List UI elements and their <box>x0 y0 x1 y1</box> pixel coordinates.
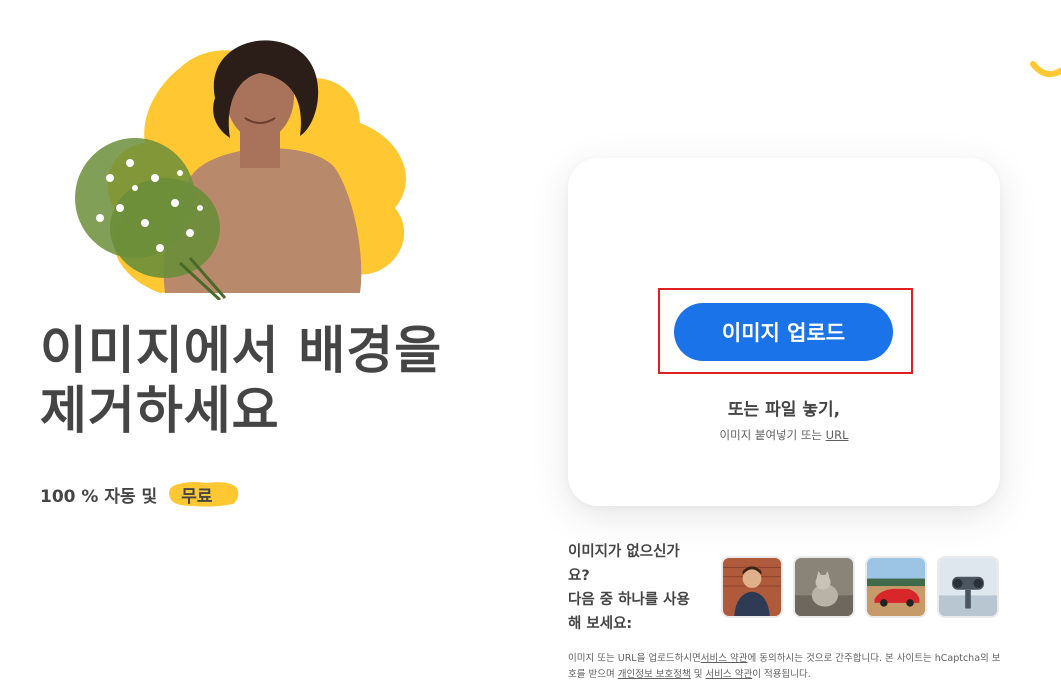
free-badge-label: 무료 <box>181 486 213 507</box>
legal-text: 및 <box>693 669 703 680</box>
binoculars-thumbnail-icon <box>939 558 997 616</box>
free-badge: 무료 <box>167 480 239 509</box>
page-title-line-2: 제거하세요 <box>40 382 280 441</box>
paste-hint: 이미지 붙여넣기 또는 URL <box>568 427 1000 443</box>
tagline: 100 % 자동 및 무료 <box>40 480 239 509</box>
legal-text: 이 적용됩니다. <box>752 669 811 680</box>
terms-link[interactable]: 서비스 약관 <box>701 653 748 664</box>
sample-prompt-line: 해 보세요: <box>568 616 633 632</box>
decorative-arc-icon <box>1030 61 1061 77</box>
upload-card[interactable]: 이미지 업로드 또는 파일 놓기, 이미지 붙여넣기 또는 URL <box>568 158 1000 506</box>
sample-prompt-line: 이미지가 없으신가 <box>568 544 680 560</box>
hero-illustration <box>60 28 440 302</box>
car-thumbnail-icon <box>867 558 925 616</box>
sample-prompt: 이미지가 없으신가 요? 다음 중 하나를 사용 해 보세요: <box>568 540 718 636</box>
terms-link-2[interactable]: 서비스 약관 <box>706 669 753 680</box>
cat-thumbnail-icon <box>795 558 853 616</box>
page-title: 이미지에서 배경을 제거하세요 <box>40 322 560 442</box>
upload-image-button[interactable]: 이미지 업로드 <box>674 303 893 361</box>
sample-prompt-line: 요? <box>568 568 590 584</box>
privacy-link[interactable]: 개인정보 보호정책 <box>618 669 691 680</box>
sample-image-person[interactable] <box>721 556 783 618</box>
drop-file-text: 또는 파일 놓기, <box>727 400 841 420</box>
person-thumbnail-icon <box>723 558 781 616</box>
sample-image-car[interactable] <box>865 556 927 618</box>
page-title-line-1: 이미지에서 배경을 <box>40 322 443 381</box>
sample-image-cat[interactable] <box>793 556 855 618</box>
legal-text: 이미지 또는 URL을 업로드하시면 <box>568 653 701 664</box>
tagline-text: 100 % 자동 및 <box>40 486 158 507</box>
sample-image-binoculars[interactable] <box>937 556 999 618</box>
sample-prompt-line: 다음 중 하나를 사용 <box>568 592 690 608</box>
legal-notice: 이미지 또는 URL을 업로드하시면서비스 약관에 동의하시는 것으로 간주합니… <box>568 651 1008 683</box>
url-link[interactable]: URL <box>826 428 849 442</box>
paste-hint-text: 이미지 붙여넣기 또는 <box>719 428 823 442</box>
